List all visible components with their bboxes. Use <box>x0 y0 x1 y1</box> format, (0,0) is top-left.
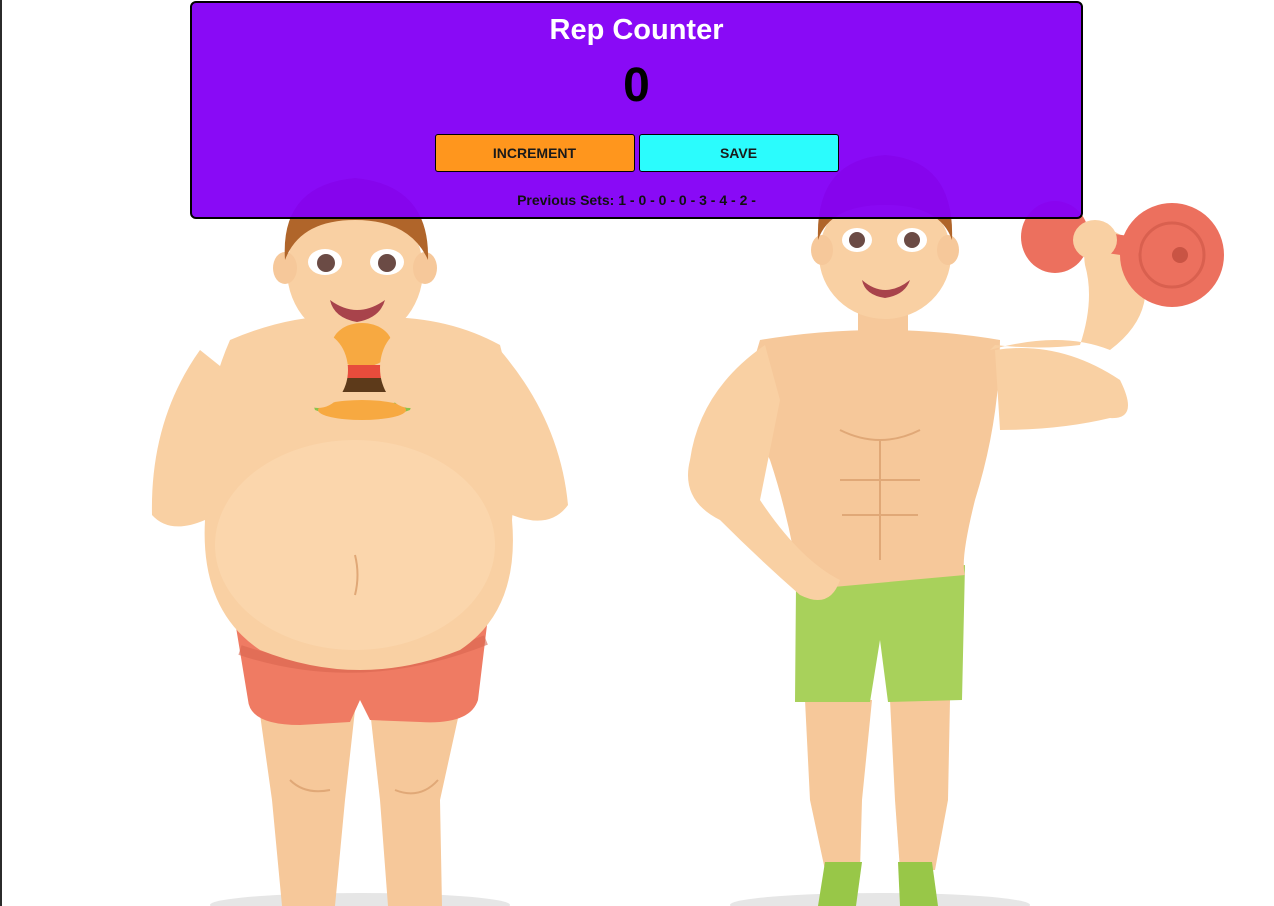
save-button[interactable]: SAVE <box>638 134 839 172</box>
previous-sets-label: Previous Sets: <box>517 192 615 208</box>
previous-sets-values: 1 - 0 - 0 - 0 - 3 - 4 - 2 - <box>618 192 756 208</box>
right-floor-shadow <box>730 893 1030 906</box>
rep-count: 0 <box>623 59 650 112</box>
button-row: INCREMENT SAVE <box>192 134 1081 172</box>
left-floor-shadow <box>210 893 510 906</box>
rep-counter-panel: Rep Counter 0 INCREMENT SAVE Previous Se… <box>190 1 1083 219</box>
overweight-man-figure <box>151 178 568 906</box>
page: Rep Counter 0 INCREMENT SAVE Previous Se… <box>0 0 1274 906</box>
muscular-man-figure <box>688 155 1146 906</box>
app-title: Rep Counter <box>549 14 724 46</box>
previous-sets: Previous Sets: 1 - 0 - 0 - 0 - 3 - 4 - 2… <box>192 191 1081 209</box>
increment-button[interactable]: INCREMENT <box>434 134 635 172</box>
